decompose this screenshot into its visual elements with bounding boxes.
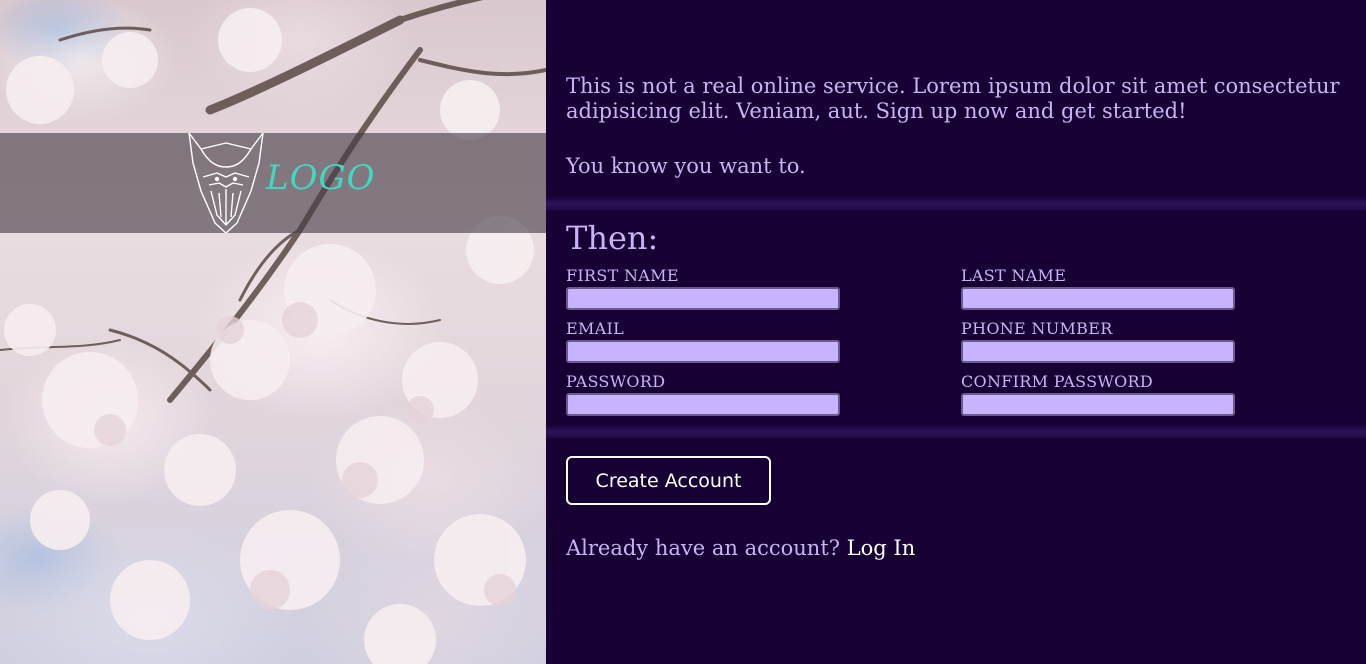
section-divider: [546, 196, 1366, 210]
cherry-blossom-image: [0, 0, 546, 664]
logo-text[interactable]: LOGO: [266, 158, 376, 198]
hero-image-panel: LOGO: [0, 0, 546, 664]
intro-paragraph: This is not a real online service. Lorem…: [566, 74, 1340, 123]
last-name-label: LAST NAME: [961, 266, 1067, 285]
phone-input[interactable]: [961, 340, 1235, 363]
phone-field: PHONE NUMBER: [961, 320, 1235, 363]
form-heading: Then:: [566, 219, 659, 257]
confirm-password-field: CONFIRM PASSWORD: [961, 373, 1235, 416]
password-field: PASSWORD: [566, 373, 840, 416]
viking-helmet-icon[interactable]: [187, 133, 265, 233]
last-name-field: LAST NAME: [961, 267, 1235, 310]
first-name-label: FIRST NAME: [566, 266, 679, 285]
confirm-password-label: CONFIRM PASSWORD: [961, 372, 1154, 391]
signup-page: LOGO This is not a real online service. …: [0, 0, 1366, 664]
login-link[interactable]: Log In: [847, 536, 916, 560]
first-name-field: FIRST NAME: [566, 267, 840, 310]
login-prompt: Already have an account? Log In: [566, 534, 915, 562]
email-input[interactable]: [566, 340, 840, 363]
first-name-input[interactable]: [566, 287, 840, 310]
last-name-input[interactable]: [961, 287, 1235, 310]
email-label: EMAIL: [566, 319, 625, 338]
intro-text: This is not a real online service. Lorem…: [566, 74, 1356, 179]
signup-panel: This is not a real online service. Lorem…: [546, 0, 1366, 664]
email-field: EMAIL: [566, 320, 840, 363]
password-label: PASSWORD: [566, 372, 666, 391]
confirm-password-input[interactable]: [961, 393, 1235, 416]
phone-label: PHONE NUMBER: [961, 319, 1113, 338]
login-prompt-text: Already have an account?: [566, 536, 841, 560]
create-account-button[interactable]: Create Account: [566, 456, 771, 505]
section-divider: [546, 424, 1366, 438]
intro-tagline: You know you want to.: [566, 154, 806, 178]
password-input[interactable]: [566, 393, 840, 416]
